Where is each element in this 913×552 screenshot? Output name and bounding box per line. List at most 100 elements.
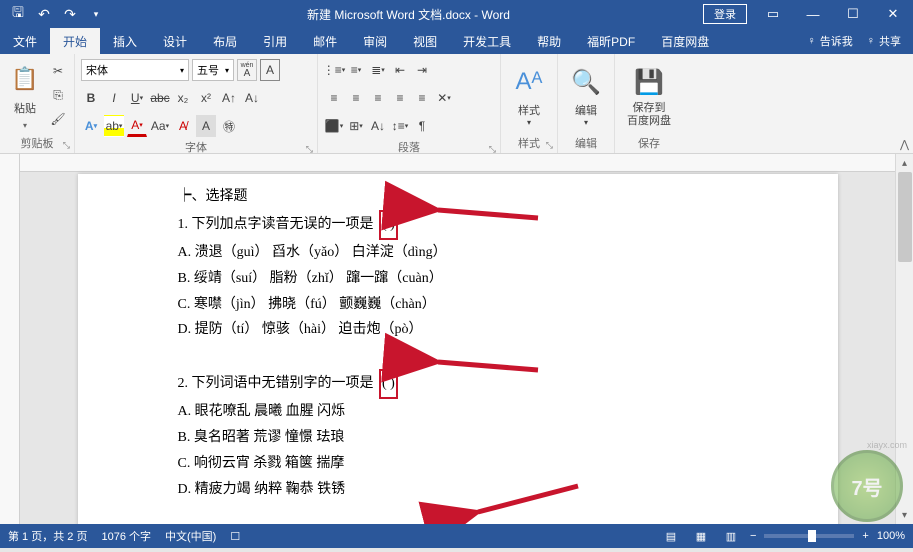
login-button[interactable]: 登录 — [703, 4, 747, 24]
zoom-level[interactable]: 100% — [877, 530, 905, 542]
qat-dropdown-icon[interactable]: ▾ — [86, 4, 106, 24]
strikethrough-icon[interactable]: abc — [150, 87, 170, 109]
shading-icon[interactable]: ⬛▾ — [324, 115, 344, 137]
tab-layout[interactable]: 布局 — [200, 28, 250, 54]
cut-icon[interactable]: ✂ — [48, 60, 68, 82]
asian-layout-icon[interactable]: ✕▾ — [434, 87, 454, 109]
numbering-icon[interactable]: ≡▾ — [346, 59, 366, 81]
q2-option-c: C. 响彻云宵 杀戮 箱箧 揣摩 — [178, 451, 758, 477]
answer-blank-1: ( ) — [379, 210, 398, 240]
save-baidu-button[interactable]: 💾 保存到 百度网盘 — [621, 58, 677, 134]
show-marks-icon[interactable]: ¶ — [412, 115, 432, 137]
group-label-editing: 编辑 — [564, 134, 608, 151]
zoom-thumb[interactable] — [808, 530, 816, 542]
superscript-icon[interactable]: x² — [196, 87, 216, 109]
zoom-in-icon[interactable]: + — [862, 530, 868, 542]
enclose-char-icon[interactable]: ㊕ — [219, 115, 239, 137]
align-center-icon[interactable]: ≡ — [346, 87, 366, 109]
char-shading-icon[interactable]: A — [196, 115, 216, 137]
tell-me[interactable]: ♀告诉我 — [808, 33, 853, 49]
underline-icon[interactable]: U▾ — [127, 87, 147, 109]
scroll-up-icon[interactable]: ▴ — [896, 154, 913, 172]
find-button[interactable]: 🔍 编辑 ▾ — [564, 58, 608, 134]
undo-icon[interactable]: ↶ — [34, 4, 54, 24]
share-button[interactable]: ♀共享 — [867, 33, 901, 49]
tab-insert[interactable]: 插入 — [100, 28, 150, 54]
subscript-icon[interactable]: x₂ — [173, 87, 193, 109]
text-effects-icon[interactable]: A▾ — [81, 115, 101, 137]
grow-font-icon[interactable]: A↑ — [219, 87, 239, 109]
bold-icon[interactable]: B — [81, 87, 101, 109]
tab-view[interactable]: 视图 — [400, 28, 450, 54]
ribbon-display-icon[interactable]: ▭ — [753, 0, 793, 28]
increase-indent-icon[interactable]: ⇥ — [412, 59, 432, 81]
scrollbar-thumb[interactable] — [898, 172, 912, 262]
italic-icon[interactable]: I — [104, 87, 124, 109]
q1-option-a: A. 溃退（guì） 舀水（yǎo） 白洋淀（dìng） — [178, 240, 758, 266]
multilevel-icon[interactable]: ≣▾ — [368, 59, 388, 81]
shrink-font-icon[interactable]: A↓ — [242, 87, 262, 109]
align-left-icon[interactable]: ≡ — [324, 87, 344, 109]
copy-icon[interactable]: ⎘ — [48, 84, 68, 106]
horizontal-ruler[interactable] — [20, 154, 895, 172]
tab-mailings[interactable]: 邮件 — [300, 28, 350, 54]
distribute-icon[interactable]: ≡ — [412, 87, 432, 109]
print-layout-icon[interactable]: ▦ — [690, 527, 712, 545]
group-label-styles: 样式 — [518, 138, 540, 150]
scrollbar-track[interactable] — [896, 172, 913, 506]
zoom-out-icon[interactable]: − — [750, 530, 756, 542]
phonetic-guide-icon[interactable]: wénA — [237, 59, 257, 81]
align-right-icon[interactable]: ≡ — [368, 87, 388, 109]
redo-icon[interactable]: ↷ — [60, 4, 80, 24]
bullets-icon[interactable]: ⋮≡▾ — [324, 59, 344, 81]
tab-design[interactable]: 设计 — [150, 28, 200, 54]
tab-foxit[interactable]: 福昕PDF — [574, 28, 648, 54]
cloud-save-icon: 💾 — [634, 62, 664, 102]
q2-stem: 2. 下列词语中无错别字的一项是 ( ) — [178, 369, 758, 399]
tab-home[interactable]: 开始 — [50, 28, 100, 54]
launcher-icon[interactable]: ⤡ — [546, 140, 553, 151]
tab-developer[interactable]: 开发工具 — [450, 28, 524, 54]
tab-help[interactable]: 帮助 — [524, 28, 574, 54]
zoom-slider[interactable] — [764, 534, 854, 538]
change-case-icon[interactable]: Aa▾ — [150, 115, 170, 137]
vertical-scrollbar[interactable]: ▴ ▾ — [895, 154, 913, 524]
borders-icon[interactable]: ⊞▾ — [346, 115, 366, 137]
font-name-select[interactable]: 宋体▾ — [81, 59, 189, 81]
language-status[interactable]: 中文(中国) — [165, 528, 216, 544]
sort-icon[interactable]: A↓ — [368, 115, 388, 137]
word-count-status[interactable]: 1076 个字 — [101, 528, 151, 544]
minimize-icon[interactable]: — — [793, 0, 833, 28]
group-label-paragraph: 段落 — [398, 142, 420, 154]
tab-file[interactable]: 文件 — [0, 28, 50, 54]
scroll-down-icon[interactable]: ▾ — [896, 506, 913, 524]
collapse-ribbon-icon[interactable]: ⋀ — [900, 138, 909, 151]
close-icon[interactable]: ✕ — [873, 0, 913, 28]
page-number-status[interactable]: 第 1 页，共 2 页 — [8, 528, 87, 544]
document-area: ┝、选择题 1. 下列加点字读音无误的一项是 ( ) A. 溃退（guì） 舀水… — [0, 154, 913, 524]
tab-baidu[interactable]: 百度网盘 — [648, 28, 722, 54]
highlight-icon[interactable]: ab▾ — [104, 115, 124, 137]
group-paragraph: ⋮≡▾ ≡▾ ≣▾ ⇤ ⇥ ≡ ≡ ≡ ≡ ≡ ✕▾ ⬛▾ ⊞▾ A↓ ↕≡▾ … — [318, 54, 501, 153]
web-layout-icon[interactable]: ▥ — [720, 527, 742, 545]
tab-review[interactable]: 审阅 — [350, 28, 400, 54]
read-mode-icon[interactable]: ▤ — [660, 527, 682, 545]
line-spacing-icon[interactable]: ↕≡▾ — [390, 115, 410, 137]
justify-icon[interactable]: ≡ — [390, 87, 410, 109]
q1-stem: 1. 下列加点字读音无误的一项是 ( ) — [178, 210, 758, 240]
vertical-ruler[interactable] — [0, 154, 20, 524]
maximize-icon[interactable]: ☐ — [833, 0, 873, 28]
clear-format-icon[interactable]: A̸ — [173, 115, 193, 137]
save-icon[interactable]: 🖫 — [8, 4, 28, 24]
format-painter-icon[interactable]: 🖌 — [48, 108, 68, 130]
font-size-select[interactable]: 五号▾ — [192, 59, 234, 81]
document-page[interactable]: ┝、选择题 1. 下列加点字读音无误的一项是 ( ) A. 溃退（guì） 舀水… — [78, 174, 838, 524]
launcher-icon[interactable]: ⤡ — [63, 140, 70, 151]
font-color-icon[interactable]: A▾ — [127, 115, 147, 137]
styles-button[interactable]: Aᴬ 样式 ▾ — [507, 58, 551, 134]
input-mode-icon[interactable]: ☐ — [230, 530, 240, 543]
tab-references[interactable]: 引用 — [250, 28, 300, 54]
char-border-icon[interactable]: A — [260, 59, 280, 81]
paste-button[interactable]: 📋 粘贴 ▾ — [6, 58, 44, 132]
decrease-indent-icon[interactable]: ⇤ — [390, 59, 410, 81]
